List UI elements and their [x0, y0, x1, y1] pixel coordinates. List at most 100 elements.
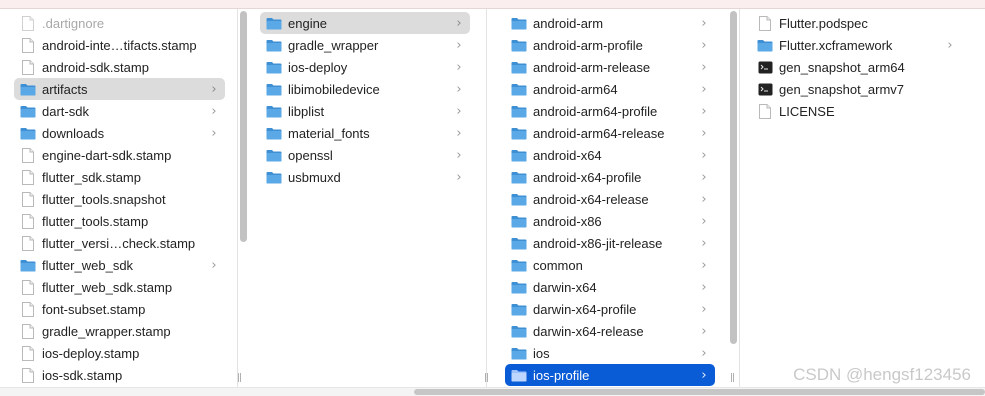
folder-icon: [511, 324, 527, 338]
finder-item-flutter-versi-check-stamp[interactable]: flutter_versi…check.stamp: [14, 232, 225, 254]
finder-item-android-x64-release[interactable]: android-x64-release ›: [505, 188, 715, 210]
finder-item-label: android-arm64-release: [533, 125, 665, 141]
finder-item-flutter-sdk-stamp[interactable]: flutter_sdk.stamp: [14, 166, 225, 188]
chevron-right-icon: ›: [211, 257, 217, 273]
folder-icon: [511, 170, 527, 184]
finder-item-label: flutter_tools.snapshot: [42, 191, 166, 207]
chevron-right-icon: ›: [456, 169, 462, 185]
document-icon: [20, 279, 36, 295]
finder-item-label: flutter_web_sdk.stamp: [42, 279, 173, 295]
column-1-vertical-scrollbar[interactable]: [240, 11, 247, 242]
document-icon: [20, 169, 36, 185]
finder-item-flutter-web-sdk[interactable]: flutter_web_sdk ›: [14, 254, 225, 276]
chevron-right-icon: ›: [701, 103, 707, 119]
finder-item-gradle-wrapper[interactable]: gradle_wrapper ›: [260, 34, 470, 56]
finder-item-darwin-x64-release[interactable]: darwin-x64-release ›: [505, 320, 715, 342]
finder-item-android-x86-jit-release[interactable]: android-x86-jit-release ›: [505, 232, 715, 254]
finder-item-usbmuxd[interactable]: usbmuxd ›: [260, 166, 470, 188]
finder-item-android-arm64[interactable]: android-arm64 ›: [505, 78, 715, 100]
finder-item-flutter-tools-stamp[interactable]: flutter_tools.stamp: [14, 210, 225, 232]
finder-item-artifacts[interactable]: artifacts ›: [14, 78, 225, 100]
finder-item-font-subset-stamp[interactable]: font-subset.stamp: [14, 298, 225, 320]
chevron-right-icon: ›: [701, 191, 707, 207]
finder-item-android-arm-profile[interactable]: android-arm-profile ›: [505, 34, 715, 56]
finder-item-libplist[interactable]: libplist ›: [260, 100, 470, 122]
document-icon: [20, 59, 36, 75]
finder-item-label: android-x86-jit-release: [533, 235, 663, 251]
document-icon: [20, 147, 36, 163]
finder-item-android-arm[interactable]: android-arm ›: [505, 12, 715, 34]
finder-item-label: openssl: [288, 147, 333, 163]
finder-item-ios[interactable]: ios ›: [505, 342, 715, 364]
finder-item-android-x64[interactable]: android-x64 ›: [505, 144, 715, 166]
finder-item-engine[interactable]: engine ›: [260, 12, 470, 34]
finder-item-flutter-tools-snapshot[interactable]: flutter_tools.snapshot: [14, 188, 225, 210]
finder-item-android-x86[interactable]: android-x86 ›: [505, 210, 715, 232]
finder-item-label: engine: [288, 15, 328, 31]
finder-item-downloads[interactable]: downloads ›: [14, 122, 225, 144]
finder-item-label: libimobiledevice: [288, 81, 380, 97]
finder-item-license[interactable]: LICENSE: [751, 100, 961, 122]
document-icon: [20, 323, 36, 339]
finder-item-dart-sdk[interactable]: dart-sdk ›: [14, 100, 225, 122]
finder-item-gen-snapshot-arm64[interactable]: gen_snapshot_arm64: [751, 56, 961, 78]
finder-item-label: font-subset.stamp: [42, 301, 146, 317]
document-icon: [20, 345, 36, 361]
finder-item-libimobiledevice[interactable]: libimobiledevice ›: [260, 78, 470, 100]
finder-item-label: gen_snapshot_armv7: [779, 81, 905, 97]
finder-item-ios-sdk-stamp[interactable]: ios-sdk.stamp: [14, 364, 225, 386]
finder-item-label: Flutter.podspec: [779, 15, 868, 31]
folder-icon: [511, 302, 527, 316]
finder-item-ios-deploy[interactable]: ios-deploy ›: [260, 56, 470, 78]
document-icon: [757, 103, 773, 119]
finder-item-android-arm64-profile[interactable]: android-arm64-profile ›: [505, 100, 715, 122]
finder-item-android-sdk-stamp[interactable]: android-sdk.stamp: [14, 56, 225, 78]
finder-item-label: android-inte…tifacts.stamp: [42, 37, 197, 53]
finder-item-engine-dart-sdk-stamp[interactable]: engine-dart-sdk.stamp: [14, 144, 225, 166]
finder-item-label: material_fonts: [288, 125, 370, 141]
column-3-vertical-scrollbar[interactable]: [730, 11, 737, 344]
finder-item-label: ios-deploy: [288, 59, 348, 75]
folder-icon: [511, 236, 527, 250]
finder-item-flutter-web-sdk-stamp[interactable]: flutter_web_sdk.stamp: [14, 276, 225, 298]
finder-item-common[interactable]: common ›: [505, 254, 715, 276]
finder-item-android-x64-profile[interactable]: android-x64-profile ›: [505, 166, 715, 188]
finder-item-dartignore[interactable]: .dartignore: [14, 12, 225, 34]
document-icon: [20, 235, 36, 251]
finder-item-openssl[interactable]: openssl ›: [260, 144, 470, 166]
finder-item-gen-snapshot-armv7[interactable]: gen_snapshot_armv7: [751, 78, 961, 100]
finder-item-android-arm-release[interactable]: android-arm-release ›: [505, 56, 715, 78]
folder-icon: [511, 16, 527, 30]
finder-item-label: ios: [533, 345, 550, 361]
folder-icon: [266, 38, 282, 52]
finder-item-material-fonts[interactable]: material_fonts ›: [260, 122, 470, 144]
folder-icon: [511, 258, 527, 272]
terminal-executable-icon: [757, 60, 773, 74]
finder-item-label: downloads: [42, 125, 105, 141]
column-divider: [739, 9, 740, 387]
finder-item-darwin-x64[interactable]: darwin-x64 ›: [505, 276, 715, 298]
window-top-bar: [0, 0, 985, 9]
finder-item-ios-deploy-stamp[interactable]: ios-deploy.stamp: [14, 342, 225, 364]
column-resize-handle-icon[interactable]: ||: [730, 373, 735, 383]
finder-item-flutter-xcframework[interactable]: Flutter.xcframework ›: [751, 34, 961, 56]
finder-item-android-inte-tifacts-stamp[interactable]: android-inte…tifacts.stamp: [14, 34, 225, 56]
horizontal-scrollbar-thumb[interactable]: [414, 389, 985, 395]
finder-item-label: darwin-x64: [533, 279, 597, 295]
folder-icon: [266, 104, 282, 118]
finder-item-flutter-podspec[interactable]: Flutter.podspec: [751, 12, 961, 34]
finder-item-darwin-x64-profile[interactable]: darwin-x64-profile ›: [505, 298, 715, 320]
chevron-right-icon: ›: [701, 235, 707, 251]
chevron-right-icon: ›: [701, 213, 707, 229]
folder-icon: [511, 60, 527, 74]
finder-item-label: gen_snapshot_arm64: [779, 59, 905, 75]
folder-icon: [20, 258, 36, 272]
finder-column-3: android-arm › android-arm-profile › android-…: [497, 9, 738, 387]
folder-icon: [266, 60, 282, 74]
document-icon: [20, 15, 36, 31]
chevron-right-icon: ›: [456, 59, 462, 75]
finder-item-ios-profile[interactable]: ios-profile ›: [505, 364, 715, 386]
finder-item-android-arm64-release[interactable]: android-arm64-release ›: [505, 122, 715, 144]
chevron-right-icon: ›: [701, 279, 707, 295]
finder-item-gradle-wrapper-stamp[interactable]: gradle_wrapper.stamp: [14, 320, 225, 342]
